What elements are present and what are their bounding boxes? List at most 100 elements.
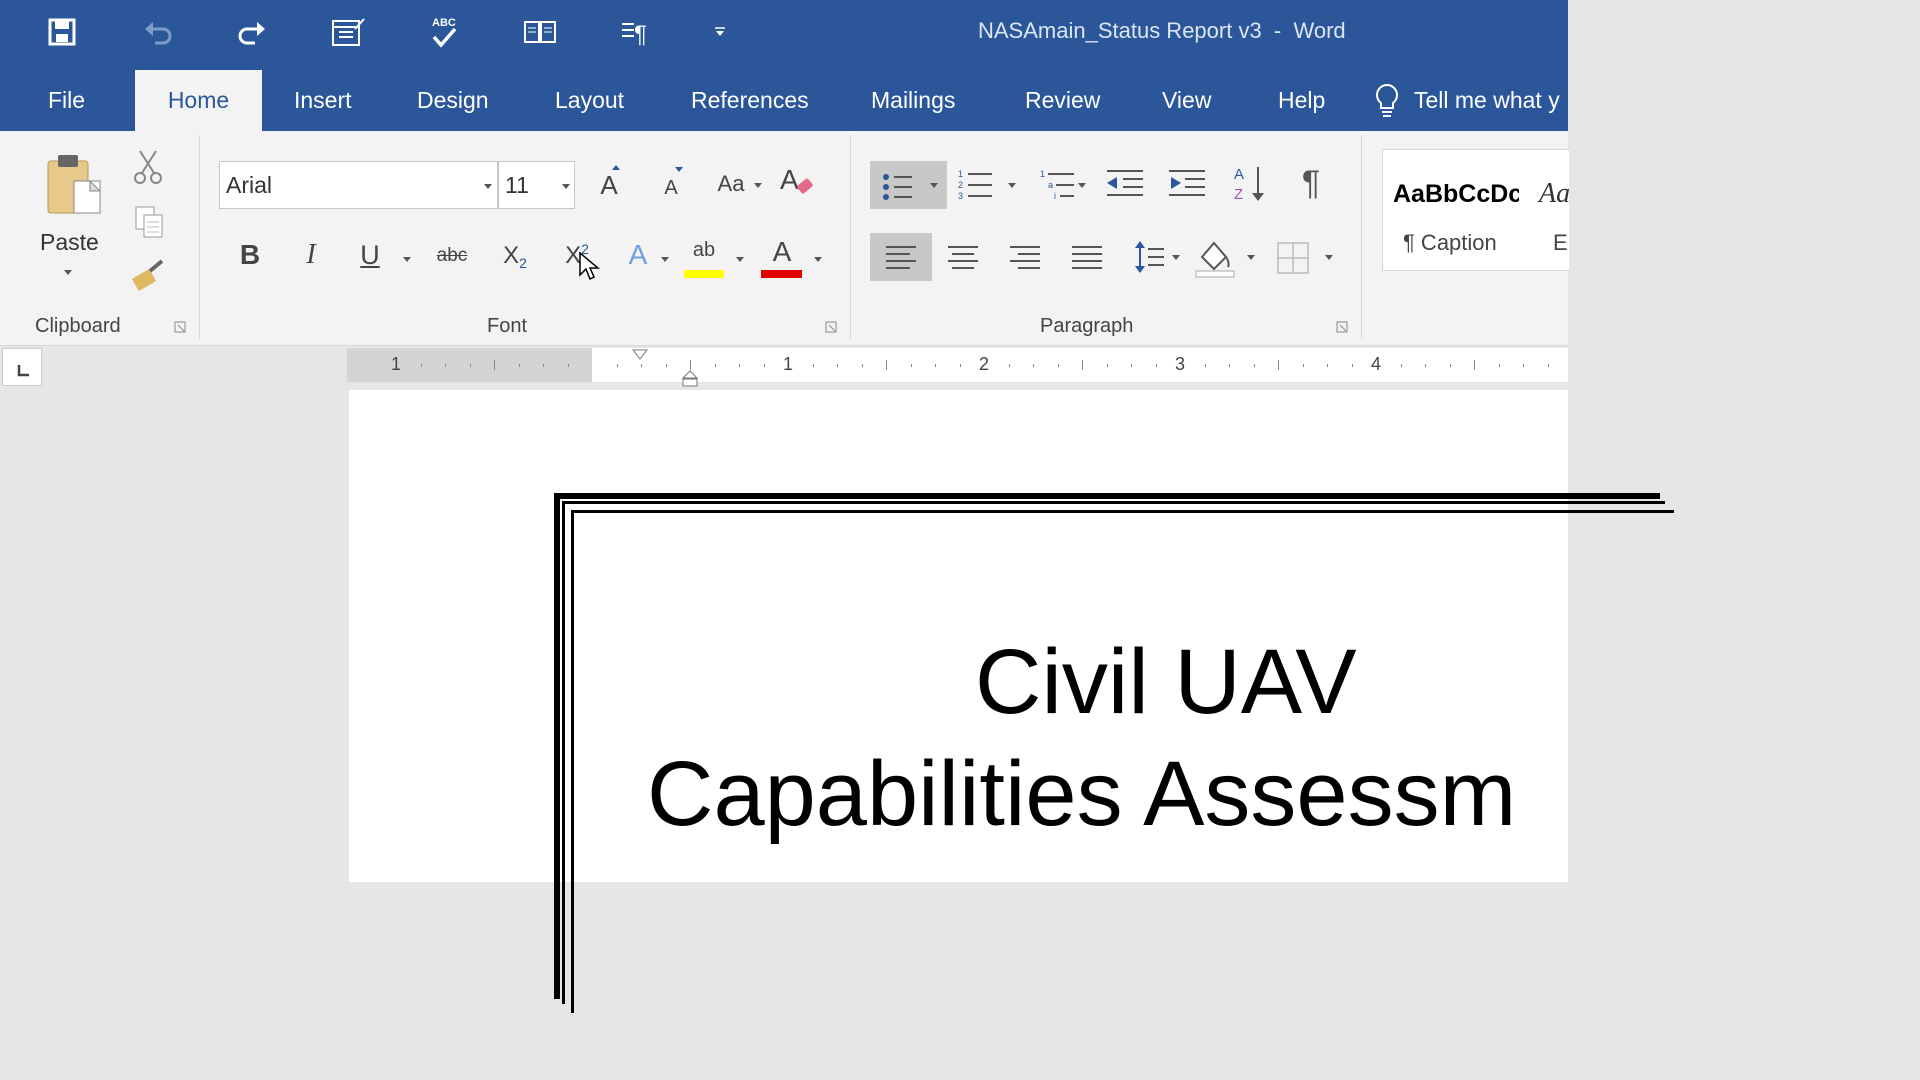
numbering-icon[interactable]: 123 bbox=[956, 167, 996, 208]
ruler-number: 3 bbox=[1175, 354, 1186, 374]
paste-button[interactable]: Paste bbox=[40, 229, 99, 256]
clipboard-launcher-icon[interactable] bbox=[174, 321, 186, 333]
spelling-icon[interactable]: ABC bbox=[424, 12, 464, 52]
tab-file[interactable]: File bbox=[36, 70, 97, 131]
document-page[interactable]: Civil UAV Capabilities Assessm bbox=[349, 390, 1674, 1013]
pilcrow-label: ¶ bbox=[1301, 163, 1321, 202]
first-line-indent-marker[interactable] bbox=[631, 348, 649, 366]
copy-icon[interactable] bbox=[134, 205, 166, 244]
align-center-icon[interactable] bbox=[946, 243, 980, 276]
font-family-select[interactable]: Arial bbox=[219, 161, 498, 209]
bold-label: B bbox=[239, 239, 261, 270]
underline-button[interactable]: U bbox=[354, 237, 386, 273]
highlight-color-swatch bbox=[684, 270, 724, 278]
ruler-tick bbox=[837, 363, 838, 367]
line-spacing-icon[interactable] bbox=[1132, 239, 1166, 280]
customize-icon[interactable] bbox=[700, 12, 740, 52]
tab-view[interactable]: View bbox=[1150, 70, 1223, 131]
borders-dropdown-icon[interactable] bbox=[1325, 255, 1333, 260]
highlight-dropdown-icon[interactable] bbox=[736, 257, 744, 262]
tab-help[interactable]: Help bbox=[1266, 70, 1337, 131]
underline-dropdown-icon[interactable] bbox=[403, 257, 411, 262]
ruler-tick bbox=[861, 363, 863, 367]
line-spacing-dropdown-icon[interactable] bbox=[1172, 255, 1180, 260]
strikethrough-button[interactable]: abc bbox=[432, 239, 472, 273]
tab-home[interactable]: Home bbox=[135, 70, 262, 131]
ruler-tick bbox=[665, 363, 667, 367]
ruler-tick bbox=[714, 363, 716, 367]
tab-review[interactable]: Review bbox=[1013, 70, 1112, 131]
grow-arrow-icon bbox=[612, 165, 620, 170]
font-size-dropdown-icon[interactable] bbox=[562, 184, 570, 189]
ruler-tick bbox=[1008, 363, 1010, 367]
paste-dropdown-icon[interactable] bbox=[64, 270, 72, 275]
clear-formatting-icon[interactable]: A bbox=[780, 163, 820, 208]
tab-selector[interactable] bbox=[2, 348, 42, 386]
multilevel-dropdown-icon[interactable] bbox=[1078, 183, 1086, 188]
ruler-tick bbox=[543, 363, 544, 367]
paste-icon[interactable] bbox=[44, 151, 104, 222]
save-icon[interactable] bbox=[42, 12, 82, 52]
ruler-tick bbox=[763, 363, 765, 367]
ruler-tick bbox=[739, 363, 740, 367]
sort-icon[interactable]: AZ bbox=[1232, 163, 1266, 210]
subscript-button[interactable]: X2 bbox=[498, 239, 532, 273]
tab-insert[interactable]: Insert bbox=[282, 70, 364, 131]
font-color-dropdown-icon[interactable] bbox=[814, 257, 822, 262]
font-launcher-icon[interactable] bbox=[825, 321, 837, 333]
increase-indent-icon[interactable] bbox=[1167, 167, 1207, 206]
ruler-tick bbox=[1033, 363, 1034, 367]
format-painter-icon[interactable] bbox=[131, 259, 166, 296]
text-effects-dropdown-icon[interactable] bbox=[661, 257, 669, 262]
style-caption[interactable]: ¶ Caption bbox=[1403, 230, 1497, 256]
shrink-font-label: A bbox=[664, 176, 678, 199]
paragraph-launcher-icon[interactable] bbox=[1336, 321, 1348, 333]
text-effects-button[interactable]: A bbox=[622, 237, 654, 273]
text-effects-label: A bbox=[628, 239, 648, 270]
read-mode-icon[interactable] bbox=[520, 12, 560, 52]
tab-layout[interactable]: Layout bbox=[543, 70, 636, 131]
separator bbox=[199, 135, 200, 339]
bullets-dropdown-icon[interactable] bbox=[930, 183, 938, 188]
svg-text:i: i bbox=[1054, 191, 1056, 201]
tab-references[interactable]: References bbox=[679, 70, 821, 131]
italic-button[interactable]: I bbox=[296, 237, 326, 273]
shading-icon[interactable] bbox=[1194, 237, 1238, 284]
change-case-dropdown-icon[interactable] bbox=[754, 183, 762, 188]
font-color-button[interactable]: A bbox=[762, 235, 802, 269]
change-case-button[interactable]: Aa bbox=[714, 167, 748, 201]
align-right-icon[interactable] bbox=[1008, 243, 1042, 276]
justify-icon[interactable] bbox=[1070, 243, 1104, 276]
grow-font-button[interactable]: A bbox=[594, 165, 624, 205]
ruler-tick bbox=[1253, 363, 1255, 367]
multilevel-list-icon[interactable]: 1ai bbox=[1038, 167, 1078, 208]
horizontal-ruler[interactable]: 1 1 2 3 4 bbox=[347, 348, 1568, 387]
font-family-dropdown-icon[interactable] bbox=[484, 184, 492, 189]
svg-text:Z: Z bbox=[1234, 186, 1243, 203]
ruler-bar: 1 1 2 3 4 bbox=[0, 346, 1568, 390]
shading-dropdown-icon[interactable] bbox=[1247, 255, 1255, 260]
shrink-arrow-icon bbox=[675, 167, 683, 172]
tab-design[interactable]: Design bbox=[405, 70, 501, 131]
redo-icon[interactable] bbox=[232, 12, 272, 52]
style-italic-preview[interactable]: Aa bbox=[1539, 178, 1569, 210]
highlight-button[interactable]: ab bbox=[684, 235, 724, 265]
show-formatting-icon[interactable]: ¶ bbox=[616, 12, 656, 52]
decrease-indent-icon[interactable] bbox=[1105, 167, 1145, 206]
show-hide-button[interactable]: ¶ bbox=[1294, 163, 1328, 203]
align-left-button[interactable] bbox=[870, 233, 932, 281]
borders-icon[interactable] bbox=[1276, 241, 1310, 280]
bold-button[interactable]: B bbox=[234, 237, 266, 273]
cut-icon[interactable] bbox=[132, 149, 164, 190]
tab-mailings[interactable]: Mailings bbox=[859, 70, 967, 131]
tell-me-search[interactable]: Tell me what y bbox=[1402, 70, 1572, 131]
style-normal-preview[interactable]: AaBbCcDc bbox=[1393, 180, 1519, 209]
undo-icon[interactable] bbox=[138, 12, 178, 52]
form-icon[interactable] bbox=[328, 12, 368, 52]
ruler-tick bbox=[886, 360, 887, 370]
ruler-tick bbox=[1082, 360, 1083, 370]
style-emphasis[interactable]: E bbox=[1553, 230, 1568, 256]
ruler-tick bbox=[1278, 360, 1279, 370]
shrink-font-button[interactable]: A bbox=[660, 171, 682, 205]
numbering-dropdown-icon[interactable] bbox=[1008, 183, 1016, 188]
